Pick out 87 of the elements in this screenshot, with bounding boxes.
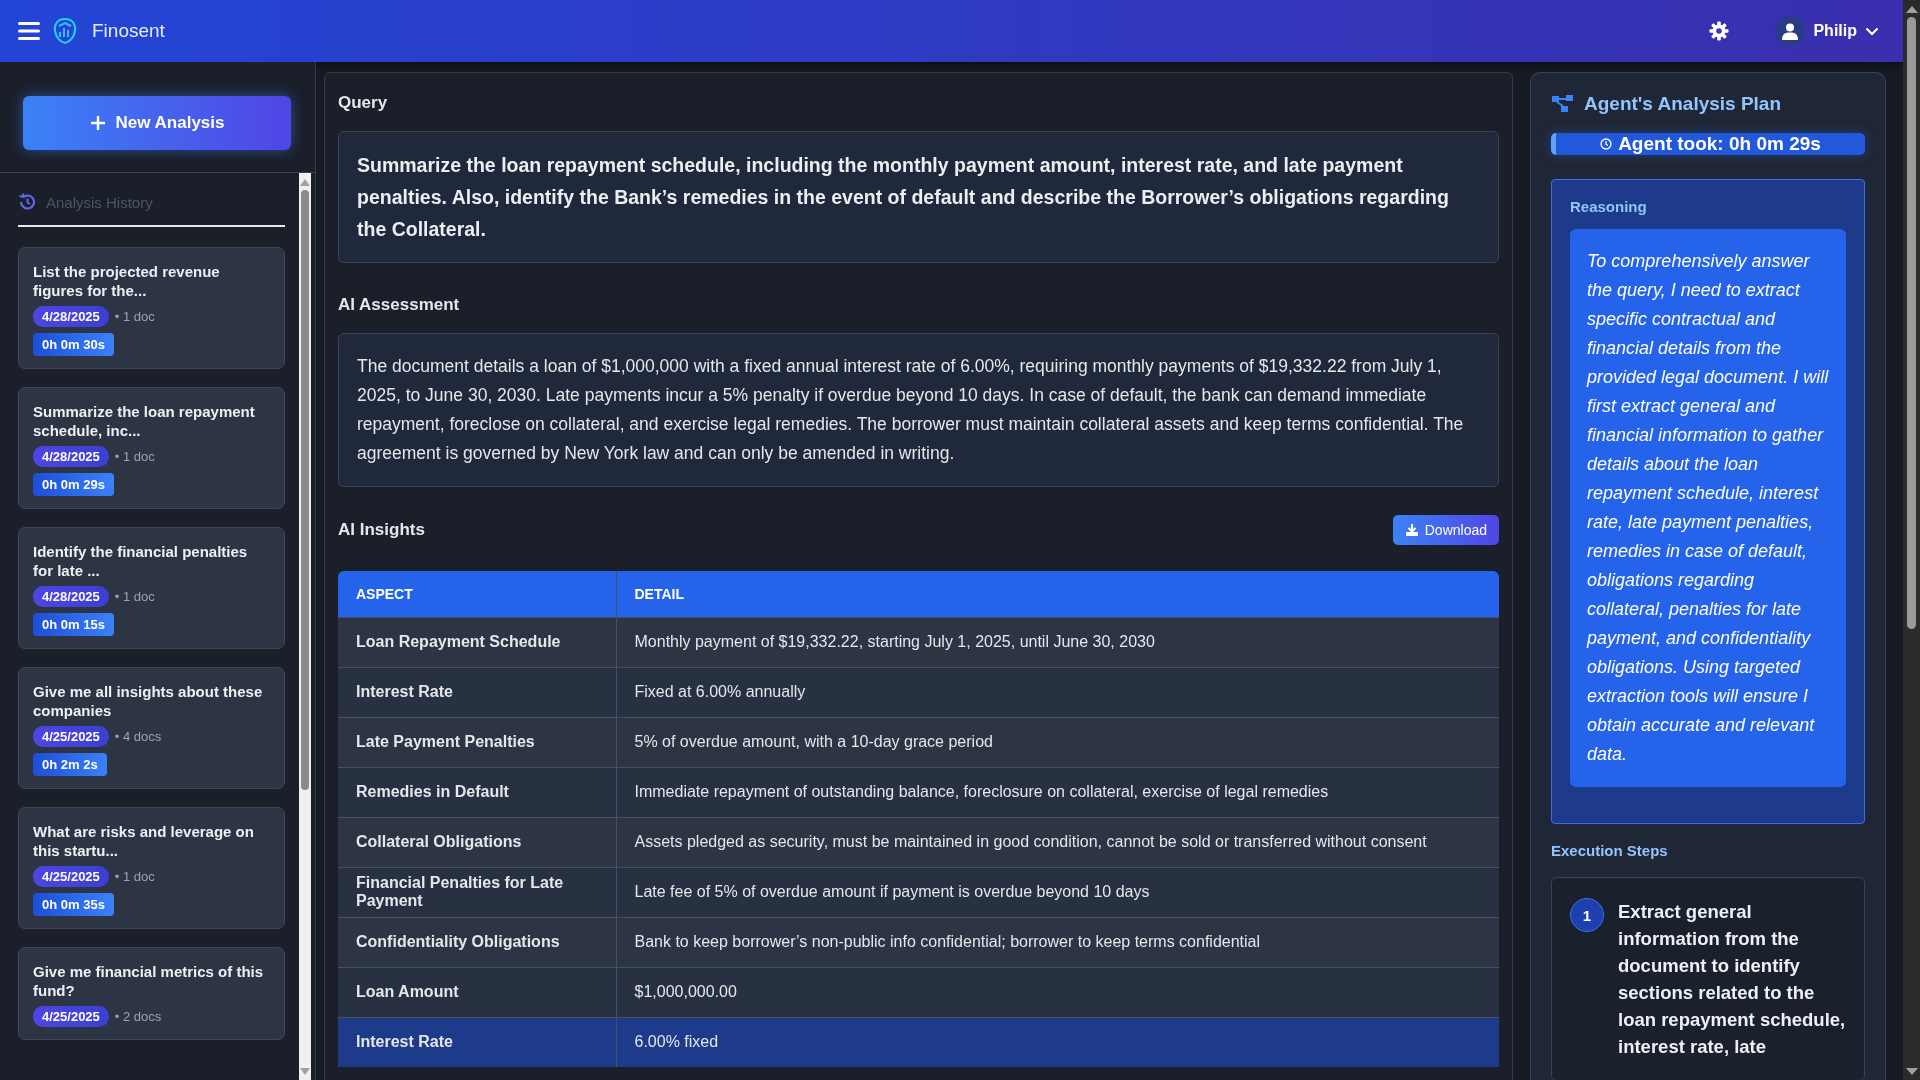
table-row[interactable]: Interest Rate 6.00% fixed xyxy=(338,1017,1499,1067)
doc-count: • 1 doc xyxy=(114,869,155,884)
table-cell: 6.00% fixed xyxy=(616,1017,1499,1067)
section-title: AI Assessment xyxy=(338,295,461,315)
column-header: DETAIL xyxy=(616,571,1499,617)
history-title-text: Identify the financial penalties for late ... xyxy=(33,542,249,580)
history-card[interactable]: List the projected revenue figures for the... 4/28/2025 • 1 doc 0h 0m 30s xyxy=(18,247,285,369)
table-row[interactable]: Loan Repayment Schedule Monthly payment of $19,332.22, starting July 1, 2025, until June 30, 2030 xyxy=(338,617,1499,667)
table-cell: Financial Penalties for Late Payment xyxy=(338,867,616,917)
assessment-text: The document details a loan of $1,000,000 with a fixed annual interest rate of 6.00%, requiring monthly payments of $19,332.22 from July 1, 2025, to June 30, 2030. Late payments incur a 5% penalty if overdue beyond 10 days. In case of default, the bank can demand immediate repayment, foreclose on collateral, and exercise legal remedies. The borrower must maintain collateral assets and keep terms confidential. The agreement is governed by New York law and can only be amended in writing. xyxy=(338,333,1499,487)
doc-count: • 4 docs xyxy=(114,729,162,744)
duration-badge: 0h 2m 2s xyxy=(33,753,107,776)
reasoning-title: Reasoning xyxy=(1570,198,1648,215)
chevron-down-icon xyxy=(1865,26,1879,36)
doc-count: • 1 doc xyxy=(114,309,155,324)
avatar-icon xyxy=(1775,16,1806,46)
table-cell: Loan Amount xyxy=(338,967,616,1017)
table-cell: Bank to keep borrower’s non-public info confidential; borrower to keep terms confidential xyxy=(616,917,1499,967)
step-text: Extract general information from the document to identify sections related to the loan repayment schedule, interest rate, late xyxy=(1618,900,1847,1059)
flow-icon xyxy=(1552,95,1574,113)
table-cell: Interest Rate xyxy=(338,667,616,717)
reasoning-text: To comprehensively answer the query, I need to extract specific contractual and financial details from the provided legal document. I will first extract general and financial information to gather details about the loan repayment schedule, interest rate, late payment penalties, remedies in case of default, obligations regarding collateral, penalties for late payment, and confidentiality obligations. Using targeted extraction tools will ensure I obtain accurate and relevant data. xyxy=(1570,229,1846,787)
table-cell: Late Payment Penalties xyxy=(338,717,616,767)
duration-badge: 0h 0m 15s xyxy=(33,613,114,636)
history-card[interactable]: Give me financial metrics of this fund? 4/25/2025 • 2 docs xyxy=(18,947,285,1040)
plus-icon xyxy=(89,115,106,131)
scrollbar[interactable] xyxy=(1903,0,1920,1080)
doc-count: • 1 doc xyxy=(114,449,155,464)
table-cell: $1,000,000.00 xyxy=(616,967,1499,1017)
history-card[interactable]: What are risks and leverage on this startu... 4/25/2025 • 1 doc 0h 0m 35s xyxy=(18,807,285,929)
table-row[interactable]: Loan Amount $1,000,000.00 xyxy=(338,967,1499,1017)
panel-title: Agent's Analysis Plan xyxy=(1584,93,1782,115)
table-row[interactable]: Confidentiality Obligations Bank to keep borrower’s non-public info confidential; borrower to keep terms confidential xyxy=(338,917,1499,967)
section-title: AI Insights xyxy=(338,520,425,540)
history-icon xyxy=(18,193,36,211)
date-badge: 4/25/2025 xyxy=(33,726,109,747)
table-cell: Loan Repayment Schedule xyxy=(338,617,616,667)
logo-icon xyxy=(52,17,78,45)
date-badge: 4/28/2025 xyxy=(33,306,109,327)
download-icon xyxy=(1404,523,1419,537)
menu-icon[interactable] xyxy=(18,22,40,40)
user-menu[interactable]: Philip xyxy=(1769,15,1885,47)
clock-icon xyxy=(1600,138,1613,150)
settings-icon[interactable] xyxy=(1709,21,1730,41)
doc-count: • 1 doc xyxy=(114,589,155,604)
duration-badge: 0h 0m 30s xyxy=(33,333,114,356)
history-title: Analysis History xyxy=(46,193,153,211)
table-cell: Immediate repayment of outstanding balance, foreclosure on collateral, exercise of legal remedies xyxy=(616,767,1499,817)
duration-badge: 0h 0m 35s xyxy=(33,893,114,916)
date-badge: 4/28/2025 xyxy=(33,446,109,467)
section-title: Query xyxy=(338,93,389,113)
history-title-text: Give me all insights about these companies xyxy=(33,682,264,720)
steps-title: Execution Steps xyxy=(1551,842,1669,859)
history-title-text: List the projected revenue figures for the... xyxy=(33,262,221,300)
table-cell: Collateral Obligations xyxy=(338,817,616,867)
query-text: Summarize the loan repayment schedule, including the monthly payment amount, interest rate, and late payment penalties. Also, identify the Bank’s remedies in the event of default and describe the Borrower’s obligations regarding the Collateral. xyxy=(338,131,1499,263)
history-card[interactable]: Summarize the loan repayment schedule, inc... 4/28/2025 • 1 doc 0h 0m 29s xyxy=(18,387,285,509)
table-cell: Fixed at 6.00% annually xyxy=(616,667,1499,717)
doc-count: • 2 docs xyxy=(114,1009,162,1024)
history-title-text: Give me financial metrics of this fund? xyxy=(33,962,265,1000)
history-title-text: What are risks and leverage on this startu... xyxy=(33,822,255,860)
table-row[interactable]: Late Payment Penalties 5% of overdue amount, with a 10-day grace period xyxy=(338,717,1499,767)
history-title-text: Summarize the loan repayment schedule, inc... xyxy=(33,402,256,440)
brand-name: Finosent xyxy=(92,20,165,42)
date-badge: 4/28/2025 xyxy=(33,586,109,607)
column-header: ASPECT xyxy=(338,571,616,617)
step-number: 1 xyxy=(1570,898,1604,932)
download-button[interactable]: Download xyxy=(1392,515,1499,545)
date-badge: 4/25/2025 xyxy=(33,1006,109,1027)
date-badge: 4/25/2025 xyxy=(33,866,109,887)
duration-text: Agent took: 0h 0m 29s xyxy=(1618,133,1821,155)
new-analysis-button[interactable]: New Analysis xyxy=(23,96,291,150)
table-row[interactable]: Remedies in Default Immediate repayment of outstanding balance, foreclosure on collateral, exercise of legal remedies xyxy=(338,767,1499,817)
history-card[interactable]: Identify the financial penalties for late ... 4/28/2025 • 1 doc 0h 0m 15s xyxy=(18,527,285,649)
table-row[interactable]: Interest Rate Fixed at 6.00% annually xyxy=(338,667,1499,717)
table-cell: Assets pledged as security, must be maintained in good condition, cannot be sold or transferred without consent xyxy=(616,817,1499,867)
scrollbar[interactable] xyxy=(299,173,311,1080)
table-cell: Late fee of 5% of overdue amount if payment is overdue beyond 10 days xyxy=(616,867,1499,917)
history-card[interactable]: Give me all insights about these companies 4/25/2025 • 4 docs 0h 2m 2s xyxy=(18,667,285,789)
duration-badge: 0h 0m 29s xyxy=(33,473,114,496)
table-cell: Remedies in Default xyxy=(338,767,616,817)
table-row[interactable]: Financial Penalties for Late Payment Late fee of 5% of overdue amount if payment is overdue beyond 10 days xyxy=(338,867,1499,917)
table-cell: Confidentiality Obligations xyxy=(338,917,616,967)
table-cell: Monthly payment of $19,332.22, starting July 1, 2025, until June 30, 2030 xyxy=(616,617,1499,667)
table-cell: 5% of overdue amount, with a 10-day grace period xyxy=(616,717,1499,767)
table-row[interactable]: Collateral Obligations Assets pledged as security, must be maintained in good condition, cannot be sold or transferred without consent xyxy=(338,817,1499,867)
table-cell: Interest Rate xyxy=(338,1017,616,1067)
